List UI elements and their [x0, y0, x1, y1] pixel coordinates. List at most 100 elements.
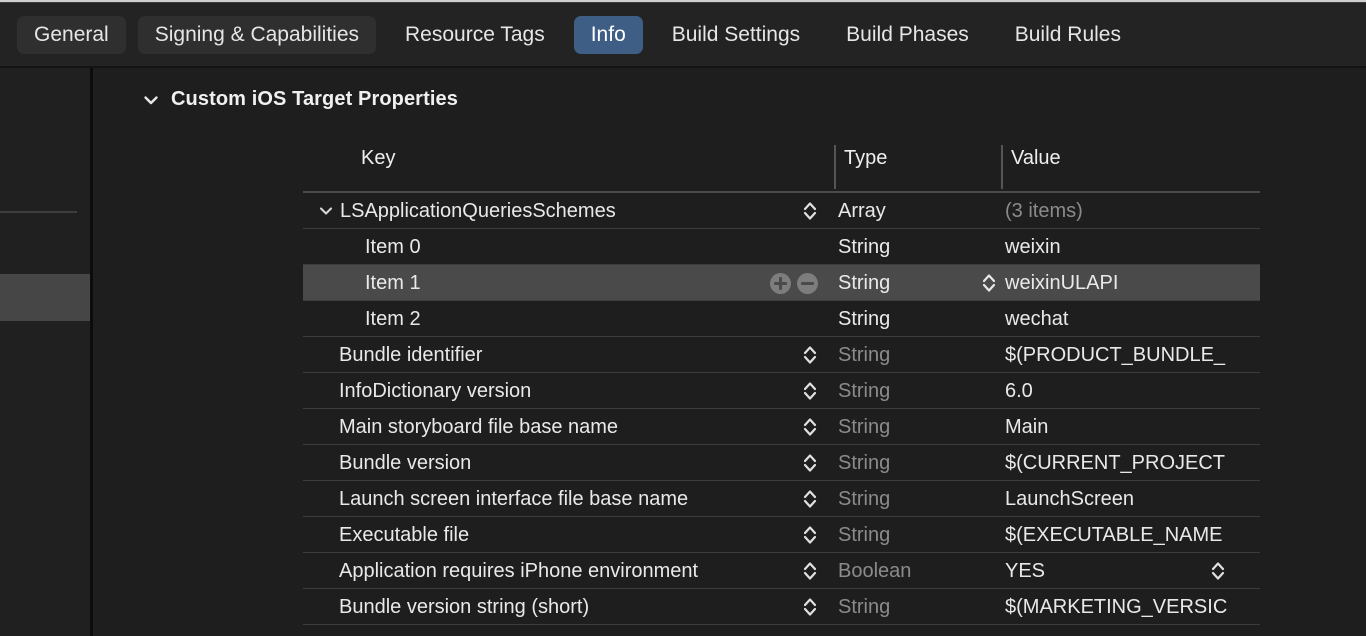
key-label: Bundle version string (short)	[339, 595, 590, 618]
cell-key[interactable]: Application requires iPhone environment	[303, 553, 698, 589]
cell-type[interactable]: String	[838, 337, 890, 373]
plist-table-rows: LSApplicationQueriesSchemes Array (3 items…	[303, 193, 1260, 625]
custom-ios-target-properties-header[interactable]: Custom iOS Target Properties	[140, 88, 458, 111]
cell-value[interactable]: (3 items)	[1005, 193, 1083, 229]
cell-key[interactable]: Bundle version	[303, 445, 471, 481]
cell-type[interactable]: Array	[838, 193, 886, 229]
cell-key[interactable]: LSApplicationQueriesSchemes	[303, 193, 616, 229]
cell-type[interactable]: String	[838, 229, 890, 265]
table-row[interactable]: Item 2 String wechat	[303, 301, 1260, 337]
cell-type[interactable]: String	[838, 265, 890, 301]
remove-row-icon[interactable]	[797, 272, 818, 294]
tab-resource-tags[interactable]: Resource Tags	[388, 16, 562, 54]
type-label: String	[838, 523, 891, 546]
table-row[interactable]: Item 0 String weixin	[303, 229, 1260, 265]
table-row[interactable]: InfoDictionary version String 6.0	[303, 373, 1260, 409]
value-label: LaunchScreen	[1005, 487, 1134, 510]
type-label: Boolean	[838, 559, 912, 582]
cell-value[interactable]: $(CURRENT_PROJECT	[1005, 445, 1225, 481]
navigator-selected-row[interactable]	[0, 274, 90, 321]
cell-value[interactable]: weixinULAPI	[1005, 265, 1118, 301]
tab-build-phases[interactable]: Build Phases	[829, 16, 986, 54]
cell-key[interactable]: Launch screen interface file base name	[303, 481, 688, 517]
value-label: $(PRODUCT_BUNDLE_	[1005, 343, 1226, 366]
type-label: String	[838, 235, 891, 258]
tab-build-rules[interactable]: Build Rules	[998, 16, 1138, 54]
tab-label: Build Rules	[1014, 23, 1121, 46]
key-stepper-icon[interactable]	[800, 589, 820, 625]
key-stepper-icon[interactable]	[800, 553, 820, 589]
type-label: String	[838, 595, 891, 618]
cell-value[interactable]: Main	[1005, 409, 1048, 445]
table-row[interactable]: LSApplicationQueriesSchemes Array (3 items…	[303, 193, 1260, 229]
key-label: LSApplicationQueriesSchemes	[340, 199, 616, 222]
chevron-down-icon[interactable]	[140, 89, 162, 111]
cell-value[interactable]: LaunchScreen	[1005, 481, 1134, 517]
cell-type[interactable]: String	[838, 589, 890, 625]
key-stepper-icon[interactable]	[800, 373, 820, 409]
type-label: String	[838, 451, 891, 474]
chevron-down-icon[interactable]	[317, 202, 335, 220]
cell-value[interactable]: $(PRODUCT_BUNDLE_	[1005, 337, 1225, 373]
key-label: Bundle version	[339, 451, 472, 474]
table-row[interactable]: Launch screen interface file base name St…	[303, 481, 1260, 517]
cell-key[interactable]: Bundle identifier	[303, 337, 482, 373]
cell-value[interactable]: weixin	[1005, 229, 1061, 265]
cell-value[interactable]: $(MARKETING_VERSIC	[1005, 589, 1227, 625]
cell-type[interactable]: String	[838, 301, 890, 337]
key-stepper-icon[interactable]	[800, 445, 820, 481]
cell-type[interactable]: Boolean	[838, 553, 911, 589]
key-stepper-icon[interactable]	[800, 337, 820, 373]
table-row[interactable]: Main storyboard file base name String Main	[303, 409, 1260, 445]
type-label: String	[838, 271, 891, 294]
tab-signing-capabilities[interactable]: Signing & Capabilities	[137, 16, 377, 54]
key-stepper-icon[interactable]	[800, 193, 820, 229]
cell-key[interactable]: Item 2	[303, 301, 421, 337]
boolean-value-stepper-icon[interactable]	[1208, 553, 1228, 589]
column-header-value[interactable]: Value	[1011, 147, 1061, 170]
tab-label: Info	[590, 23, 626, 46]
cell-value[interactable]: YES	[1005, 553, 1045, 589]
project-navigator-strip[interactable]	[0, 68, 90, 636]
key-stepper-icon[interactable]	[800, 409, 820, 445]
value-type-stepper-icon[interactable]	[979, 265, 999, 301]
key-stepper-icon[interactable]	[800, 481, 820, 517]
key-stepper-icon[interactable]	[800, 517, 820, 553]
cell-key[interactable]: InfoDictionary version	[303, 373, 531, 409]
table-row[interactable]: Application requires iPhone environment B…	[303, 553, 1260, 589]
tab-label: Resource Tags	[405, 23, 545, 46]
cell-key[interactable]: Main storyboard file base name	[303, 409, 618, 445]
tab-build-settings[interactable]: Build Settings	[655, 16, 817, 54]
column-header-type[interactable]: Type	[844, 147, 887, 170]
cell-type[interactable]: String	[838, 517, 890, 553]
column-divider-key-type[interactable]	[834, 145, 836, 189]
table-row[interactable]: Bundle version string (short) String $(MAR…	[303, 589, 1260, 625]
table-row[interactable]: Bundle identifier String $(PRODUCT_BUNDLE_	[303, 337, 1260, 373]
column-divider-type-value[interactable]	[1001, 145, 1003, 189]
add-row-icon[interactable]	[770, 272, 791, 294]
value-label: Main	[1005, 415, 1049, 438]
cell-key[interactable]: Bundle version string (short)	[303, 589, 589, 625]
cell-value[interactable]: $(EXECUTABLE_NAME	[1005, 517, 1222, 553]
type-label: String	[838, 415, 891, 438]
table-row[interactable]: Item 1 String weixinULAPI	[303, 265, 1260, 301]
key-label: Item 0	[365, 235, 421, 258]
type-label: String	[838, 343, 891, 366]
tab-info[interactable]: Info	[573, 16, 643, 54]
cell-key[interactable]: Item 0	[303, 229, 421, 265]
tab-general[interactable]: General	[17, 16, 126, 54]
cell-type[interactable]: String	[838, 373, 890, 409]
cell-value[interactable]: wechat	[1005, 301, 1068, 337]
type-label: Array	[838, 199, 886, 222]
cell-type[interactable]: String	[838, 481, 890, 517]
column-header-key[interactable]: Key	[361, 147, 395, 170]
cell-type[interactable]: String	[838, 409, 890, 445]
cell-value[interactable]: 6.0	[1005, 373, 1033, 409]
cell-key[interactable]: Executable file	[303, 517, 469, 553]
cell-key[interactable]: Item 1	[303, 265, 421, 301]
table-row[interactable]: Bundle version String $(CURRENT_PROJECT	[303, 445, 1260, 481]
cell-type[interactable]: String	[838, 445, 890, 481]
navigator-group-divider	[0, 211, 77, 213]
table-row[interactable]: Executable file String $(EXECUTABLE_NAME	[303, 517, 1260, 553]
key-label: Item 2	[365, 307, 421, 330]
